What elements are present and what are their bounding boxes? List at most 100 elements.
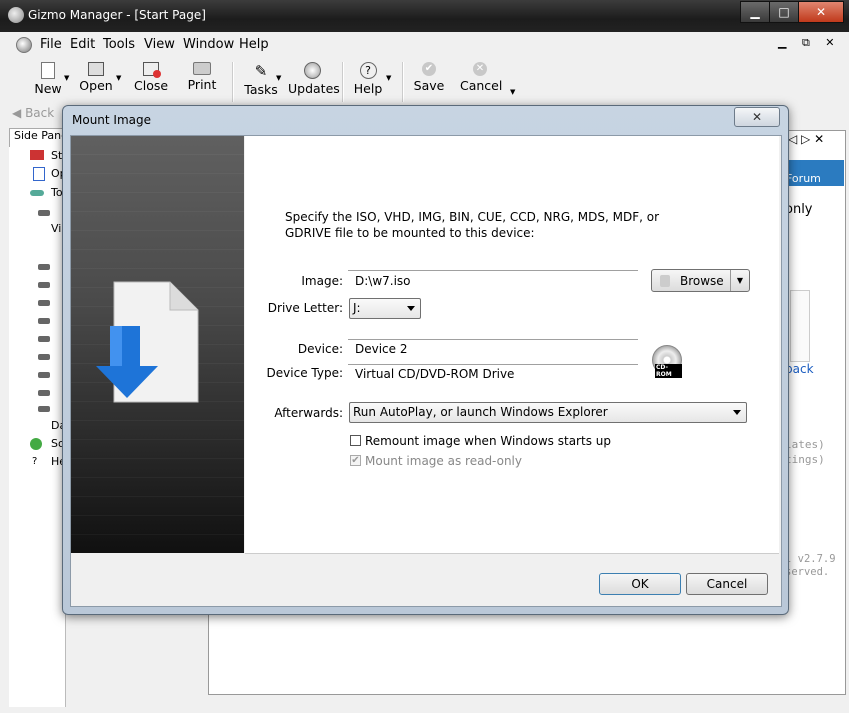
tree-item-start[interactable]: St bbox=[51, 149, 62, 162]
app-logo-icon bbox=[8, 7, 24, 23]
feedback-link[interactable]: back bbox=[785, 362, 814, 376]
mdi-window-controls[interactable]: ▁ ⧉ ✕ bbox=[778, 36, 841, 50]
drive-icon bbox=[38, 372, 50, 378]
folder-icon bbox=[660, 274, 670, 287]
toolbar-separator bbox=[232, 62, 234, 102]
drive-icon bbox=[38, 390, 50, 396]
cancel-x-icon: ✕ bbox=[473, 62, 487, 76]
tree-item-tools[interactable]: To bbox=[51, 186, 63, 199]
drive-letter-label: Drive Letter: bbox=[267, 301, 343, 315]
options-icon bbox=[33, 167, 45, 181]
tasks-button[interactable]: ✎ Tasks bbox=[244, 58, 278, 97]
tasks-dropdown-icon[interactable]: ▼ bbox=[276, 74, 281, 82]
afterwards-select[interactable]: Run AutoPlay, or launch Windows Explorer bbox=[349, 402, 747, 423]
ok-button[interactable]: OK bbox=[599, 573, 681, 595]
drive-icon bbox=[38, 264, 50, 270]
close-icon: ✕ bbox=[751, 110, 763, 124]
close-button[interactable]: Close bbox=[134, 58, 168, 93]
back-arrow-icon: ◀ bbox=[12, 106, 22, 120]
device-type-label: Device Type: bbox=[266, 366, 343, 380]
help-icon: ? bbox=[359, 62, 377, 79]
device-type-value: Virtual CD/DVD-ROM Drive bbox=[355, 367, 515, 381]
image-field-line bbox=[348, 270, 638, 271]
globe-icon bbox=[303, 62, 321, 79]
dialog-separator bbox=[245, 553, 779, 554]
tools-icon bbox=[30, 190, 44, 196]
remount-label[interactable]: Remount image when Windows starts up bbox=[365, 434, 611, 448]
instructions-text: Specify the ISO, VHD, IMG, BIN, CUE, CCD… bbox=[285, 210, 659, 240]
drive-icon bbox=[38, 336, 50, 342]
pane-text-settings: tings) bbox=[785, 453, 825, 466]
toolbar-separator bbox=[402, 62, 404, 102]
print-button[interactable]: Print bbox=[186, 58, 218, 92]
device-label: Device: bbox=[297, 342, 343, 356]
dialog-title: Mount Image bbox=[72, 113, 152, 127]
menu-window[interactable]: Window bbox=[183, 37, 234, 52]
drive-icon bbox=[38, 354, 50, 360]
magic-wand-icon: ✎ bbox=[254, 62, 268, 80]
close-label: Close bbox=[134, 78, 169, 93]
help-tree-icon: ? bbox=[32, 456, 38, 467]
maximize-button[interactable]: □ bbox=[769, 1, 799, 23]
document-download-icon bbox=[96, 281, 199, 403]
cancel-label: Cancel bbox=[460, 78, 503, 93]
chevron-down-icon bbox=[733, 410, 741, 415]
open-button[interactable]: Open bbox=[78, 58, 114, 93]
open-windows-icon bbox=[88, 62, 104, 76]
afterwards-value: Run AutoPlay, or launch Windows Explorer bbox=[353, 405, 608, 419]
new-label: New bbox=[34, 81, 62, 96]
window-title: Gizmo Manager - [Start Page] bbox=[28, 8, 206, 22]
help-dropdown-icon[interactable]: ▼ bbox=[386, 74, 391, 82]
forum-tab[interactable]: Forum bbox=[780, 160, 844, 186]
menu-tools[interactable]: Tools bbox=[103, 37, 135, 52]
toolbar: New ▼ Open ▼ Close Print ✎ Tasks ▼ Updat… bbox=[12, 58, 842, 104]
browse-dropdown-icon[interactable]: ▼ bbox=[730, 270, 749, 291]
close-window-button[interactable]: ✕ bbox=[798, 1, 844, 23]
cancel-button-toolbar[interactable]: ✕ Cancel bbox=[460, 58, 503, 93]
new-dropdown-icon[interactable]: ▼ bbox=[64, 74, 69, 82]
device-type-field-line bbox=[348, 364, 638, 365]
remount-checkbox[interactable] bbox=[350, 435, 361, 446]
afterwards-label: Afterwards: bbox=[274, 406, 343, 420]
app-menu-icon[interactable] bbox=[16, 37, 32, 53]
drive-icon bbox=[38, 210, 50, 216]
device-field-line bbox=[348, 339, 638, 340]
updates-label: Updates bbox=[288, 81, 340, 96]
browse-button[interactable]: Browse ▼ bbox=[651, 269, 750, 292]
readonly-label: Mount image as read-only bbox=[365, 454, 522, 468]
help-button[interactable]: ? Help bbox=[352, 58, 384, 96]
open-dropdown-icon[interactable]: ▼ bbox=[116, 74, 121, 82]
cancel-button[interactable]: Cancel bbox=[686, 573, 768, 595]
save-button[interactable]: ✔ Save bbox=[412, 58, 446, 93]
pane-scroll-list[interactable] bbox=[790, 290, 810, 362]
dialog-close-button[interactable]: ✕ bbox=[734, 107, 780, 127]
toolbar-overflow-icon[interactable]: ▼ bbox=[510, 88, 515, 96]
image-path-value: D:\w7.iso bbox=[355, 274, 411, 288]
chevron-down-icon bbox=[407, 306, 415, 311]
drive-letter-value: J: bbox=[353, 301, 361, 315]
new-button[interactable]: New bbox=[30, 58, 66, 96]
menu-view[interactable]: View bbox=[144, 37, 175, 52]
pane-nav-controls[interactable]: ◁ ▷ ✕ bbox=[788, 132, 844, 152]
browse-label: Browse bbox=[680, 273, 724, 288]
drive-icon bbox=[38, 406, 50, 412]
drive-icon bbox=[38, 282, 50, 288]
close-doc-icon bbox=[143, 62, 161, 78]
version-text: l v2.7.9 bbox=[785, 553, 836, 565]
tree-item-virtual[interactable]: Vi bbox=[51, 222, 61, 235]
checkmark-icon: ✔ bbox=[422, 62, 436, 76]
updates-button[interactable]: Updates bbox=[288, 58, 340, 96]
open-label: Open bbox=[79, 78, 113, 93]
menu-file[interactable]: File bbox=[40, 37, 62, 52]
new-document-icon bbox=[41, 62, 55, 79]
toolbar-separator bbox=[342, 62, 344, 102]
drive-icon bbox=[38, 318, 50, 324]
menu-help[interactable]: Help bbox=[239, 37, 269, 52]
pane-text-dates: lates) bbox=[785, 438, 825, 451]
menu-edit[interactable]: Edit bbox=[70, 37, 95, 52]
start-icon bbox=[30, 150, 44, 160]
copyright-text: served. bbox=[785, 566, 830, 578]
drive-letter-select[interactable]: J: bbox=[349, 298, 421, 319]
tasks-label: Tasks bbox=[244, 82, 278, 97]
minimize-button[interactable]: ▁ bbox=[740, 1, 770, 23]
